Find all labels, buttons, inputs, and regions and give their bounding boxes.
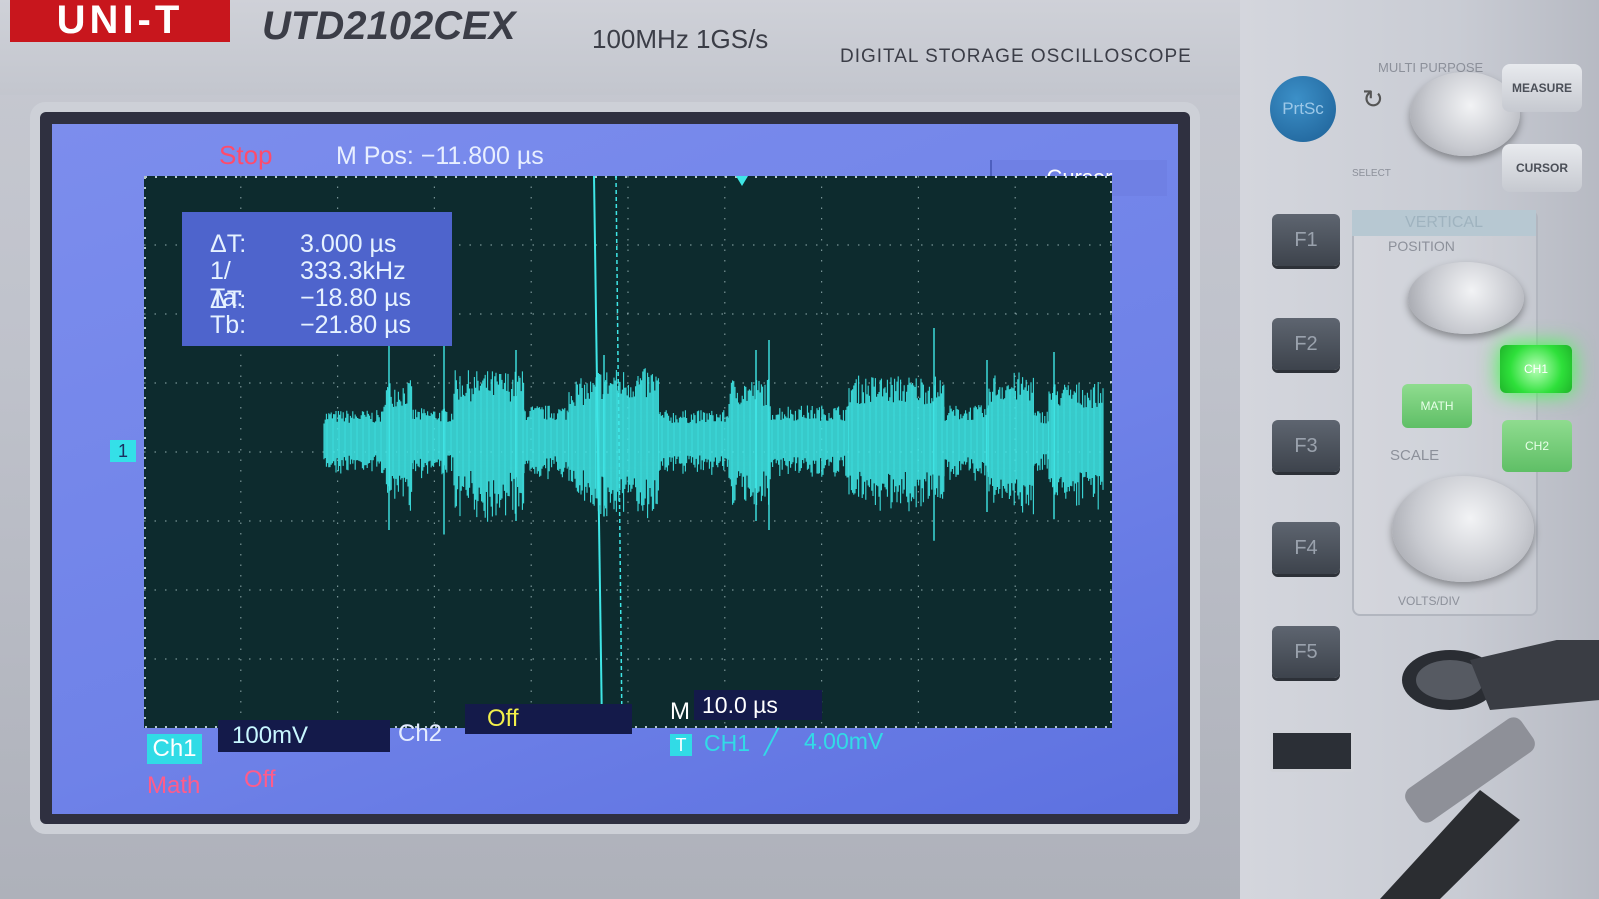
vertical-title: VERTICAL (1352, 210, 1536, 236)
f5-button[interactable]: F5 (1272, 626, 1340, 678)
delta-t-label: ΔT: (210, 230, 247, 258)
ch2-label: Ch2 (398, 720, 443, 747)
math-value: Off (244, 766, 276, 793)
ch1-scale: 100mV (218, 720, 390, 752)
brand-logo: UNI-T (10, 0, 230, 42)
run-status: Stop (219, 140, 273, 170)
model-name: UTD2102CEX (262, 4, 516, 48)
math-button[interactable]: MATH (1402, 384, 1472, 428)
f2-button[interactable]: F2 (1272, 318, 1340, 370)
ch1-button[interactable]: CH1 (1500, 345, 1572, 393)
timebase-value: 10.0 µs (694, 690, 822, 720)
ch1-ground-marker: 1 (110, 440, 136, 462)
ch1-label: Ch1 (147, 734, 202, 764)
vertical-position-knob[interactable] (1408, 262, 1524, 334)
trigger-level: 4.00mV (804, 728, 884, 754)
inv-delta-t-value: 333.3kHz (300, 257, 406, 285)
oscilloscope-body: UNI-T UTD2102CEX 100MHz 1GS/s DIGITAL ST… (0, 0, 1599, 899)
device-description: DIGITAL STORAGE OSCILLOSCOPE (840, 46, 1192, 67)
cursor-readout-box: ΔT: 3.000 µs 1/ΔT: 333.3kHz Ta: −18.80 µ… (182, 212, 452, 346)
trigger-position-arrow (736, 176, 748, 186)
volts-div-label: VOLTS/DIV (1398, 594, 1460, 608)
delta-t-value: 3.000 µs (300, 230, 397, 258)
model-spec: 100MHz 1GS/s (592, 24, 769, 54)
select-label: SELECT (1352, 168, 1391, 179)
trigger-source: CH1 (704, 730, 751, 756)
usb-port (1270, 730, 1354, 772)
ta-value: −18.80 µs (300, 284, 412, 312)
tb-value: −21.80 µs (300, 311, 412, 339)
bnc-connector-icon (1380, 640, 1599, 899)
rotate-icon: ↻ (1362, 84, 1384, 114)
tb-label: Tb: (210, 311, 247, 339)
ch2-value: Off (465, 704, 632, 734)
ta-label: Ta: (210, 284, 244, 312)
ch2-button[interactable]: CH2 (1502, 420, 1572, 472)
math-label: Math (147, 772, 201, 799)
prtsc-button[interactable]: PrtSc (1270, 76, 1336, 142)
scale-label: SCALE (1390, 447, 1440, 464)
f4-button[interactable]: F4 (1272, 522, 1340, 574)
display-screen: Stop M Pos: −11.800 µs Cursor ΔT: 3.000 … (52, 124, 1178, 814)
volts-div-knob[interactable] (1392, 476, 1534, 582)
ch1-waveform (323, 368, 1104, 522)
f1-button[interactable]: F1 (1272, 214, 1340, 266)
position-label: POSITION (1388, 238, 1455, 254)
measure-button[interactable]: MEASURE (1502, 64, 1582, 112)
trigger-edge-icon: ╱ (764, 729, 779, 756)
horizontal-position: M Pos: −11.800 µs (336, 142, 544, 170)
trigger-icon: T (670, 734, 692, 756)
f3-button[interactable]: F3 (1272, 420, 1340, 472)
timebase-label: M (670, 698, 690, 725)
cursor-button[interactable]: CURSOR (1502, 144, 1582, 192)
